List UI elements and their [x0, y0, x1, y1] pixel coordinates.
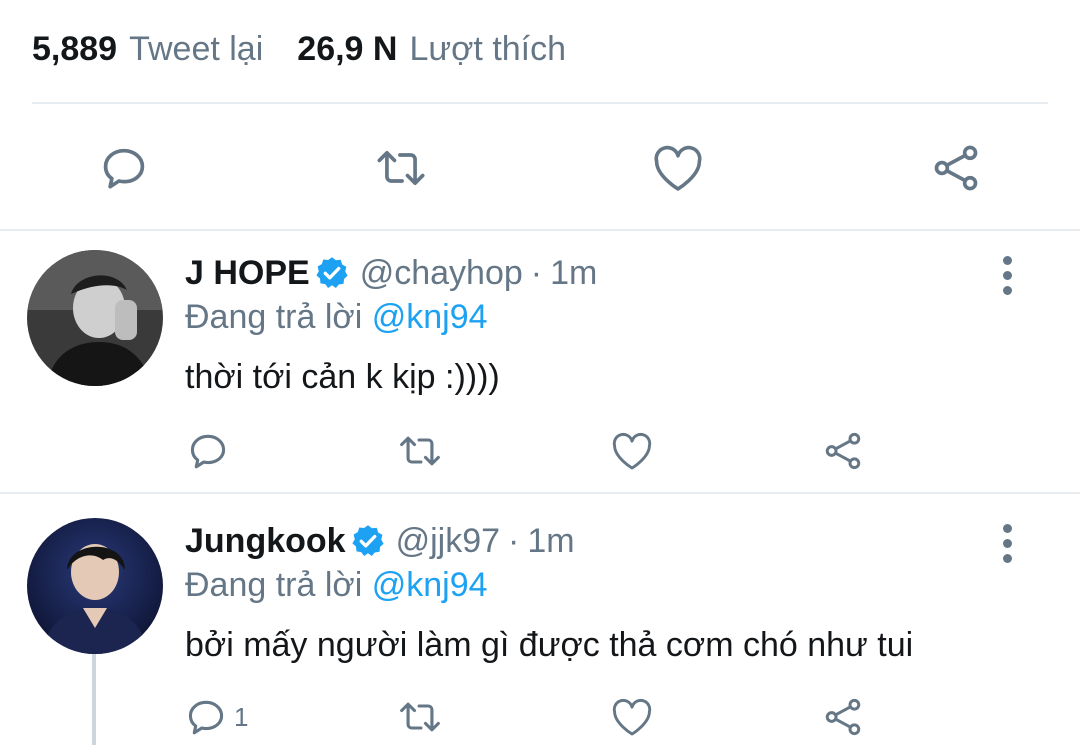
handle[interactable]: @jjk97 [396, 522, 500, 561]
reply-tweet[interactable]: Jungkook @jjk97 · 1m Đang trả lời @knj94… [0, 518, 1080, 745]
more-options-icon[interactable] [994, 524, 1020, 564]
share-icon [825, 698, 861, 736]
more-options-icon[interactable] [994, 256, 1020, 296]
reply-tweet[interactable]: J HOPE @chayhop · 1m Đang trả lời @knj94… [0, 250, 1080, 490]
heart-icon [612, 698, 652, 736]
divider [0, 229, 1080, 231]
share-button[interactable] [820, 426, 866, 476]
reply-count: 1 [234, 701, 249, 732]
replying-to: Đang trả lời @knj94 [185, 566, 488, 605]
replying-prefix: Đang trả lời [185, 298, 363, 336]
likes-label[interactable]: Lượt thích [409, 30, 566, 69]
reply-header: Jungkook @jjk97 · 1m [185, 518, 575, 564]
verified-badge-icon [350, 523, 386, 559]
display-name[interactable]: Jungkook [185, 522, 346, 561]
heart-icon [654, 145, 702, 191]
retweet-button[interactable] [370, 138, 432, 198]
heart-icon [612, 432, 652, 470]
share-button[interactable] [928, 138, 984, 198]
share-button[interactable] [820, 692, 866, 742]
display-name[interactable]: J HOPE [185, 254, 310, 293]
avatar[interactable] [27, 518, 163, 654]
reply-button[interactable] [184, 426, 232, 476]
divider [0, 492, 1080, 494]
likes-count[interactable]: 26,9 N [297, 30, 397, 69]
reply-action-bar: 1 [0, 692, 1080, 742]
separator: · [530, 253, 543, 292]
divider [32, 102, 1048, 104]
tweet-text: bởi mấy người làm gì được thả cơm chó nh… [185, 626, 914, 664]
reply-button[interactable]: 1 [184, 692, 268, 742]
avatar-image [27, 518, 163, 654]
replying-to: Đang trả lời @knj94 [185, 298, 488, 337]
like-button[interactable] [650, 138, 706, 198]
timestamp[interactable]: 1m [527, 522, 574, 561]
tweet-action-bar [0, 138, 1080, 198]
reply-icon [188, 700, 224, 735]
like-button[interactable] [608, 426, 656, 476]
reply-icon [190, 434, 226, 469]
reply-action-bar [0, 426, 1080, 476]
avatar-image [27, 250, 163, 386]
reply-button[interactable] [96, 138, 152, 198]
handle[interactable]: @chayhop [360, 254, 523, 293]
separator: · [508, 521, 520, 560]
reply-icon [103, 148, 145, 189]
retweet-button[interactable] [394, 692, 446, 742]
retweet-icon [400, 702, 440, 732]
retweet-icon [377, 150, 425, 186]
like-button[interactable] [608, 692, 656, 742]
tweet-text: thời tới cản k kịp :)))) [185, 358, 500, 396]
tweet-stats: 5,889 Tweet lại 26,9 N Lượt thích [32, 26, 566, 72]
retweet-icon [400, 436, 440, 466]
retweets-count[interactable]: 5,889 [32, 30, 117, 69]
reply-header: J HOPE @chayhop · 1m [185, 250, 597, 296]
timestamp[interactable]: 1m [550, 254, 597, 293]
verified-badge-icon [314, 255, 350, 291]
share-icon [934, 145, 978, 191]
share-icon [825, 432, 861, 470]
avatar[interactable] [27, 250, 163, 386]
replying-prefix: Đang trả lời [185, 566, 363, 604]
retweet-button[interactable] [394, 426, 446, 476]
mention-link[interactable]: @knj94 [372, 566, 488, 604]
mention-link[interactable]: @knj94 [372, 298, 488, 336]
retweets-label[interactable]: Tweet lại [129, 30, 263, 69]
